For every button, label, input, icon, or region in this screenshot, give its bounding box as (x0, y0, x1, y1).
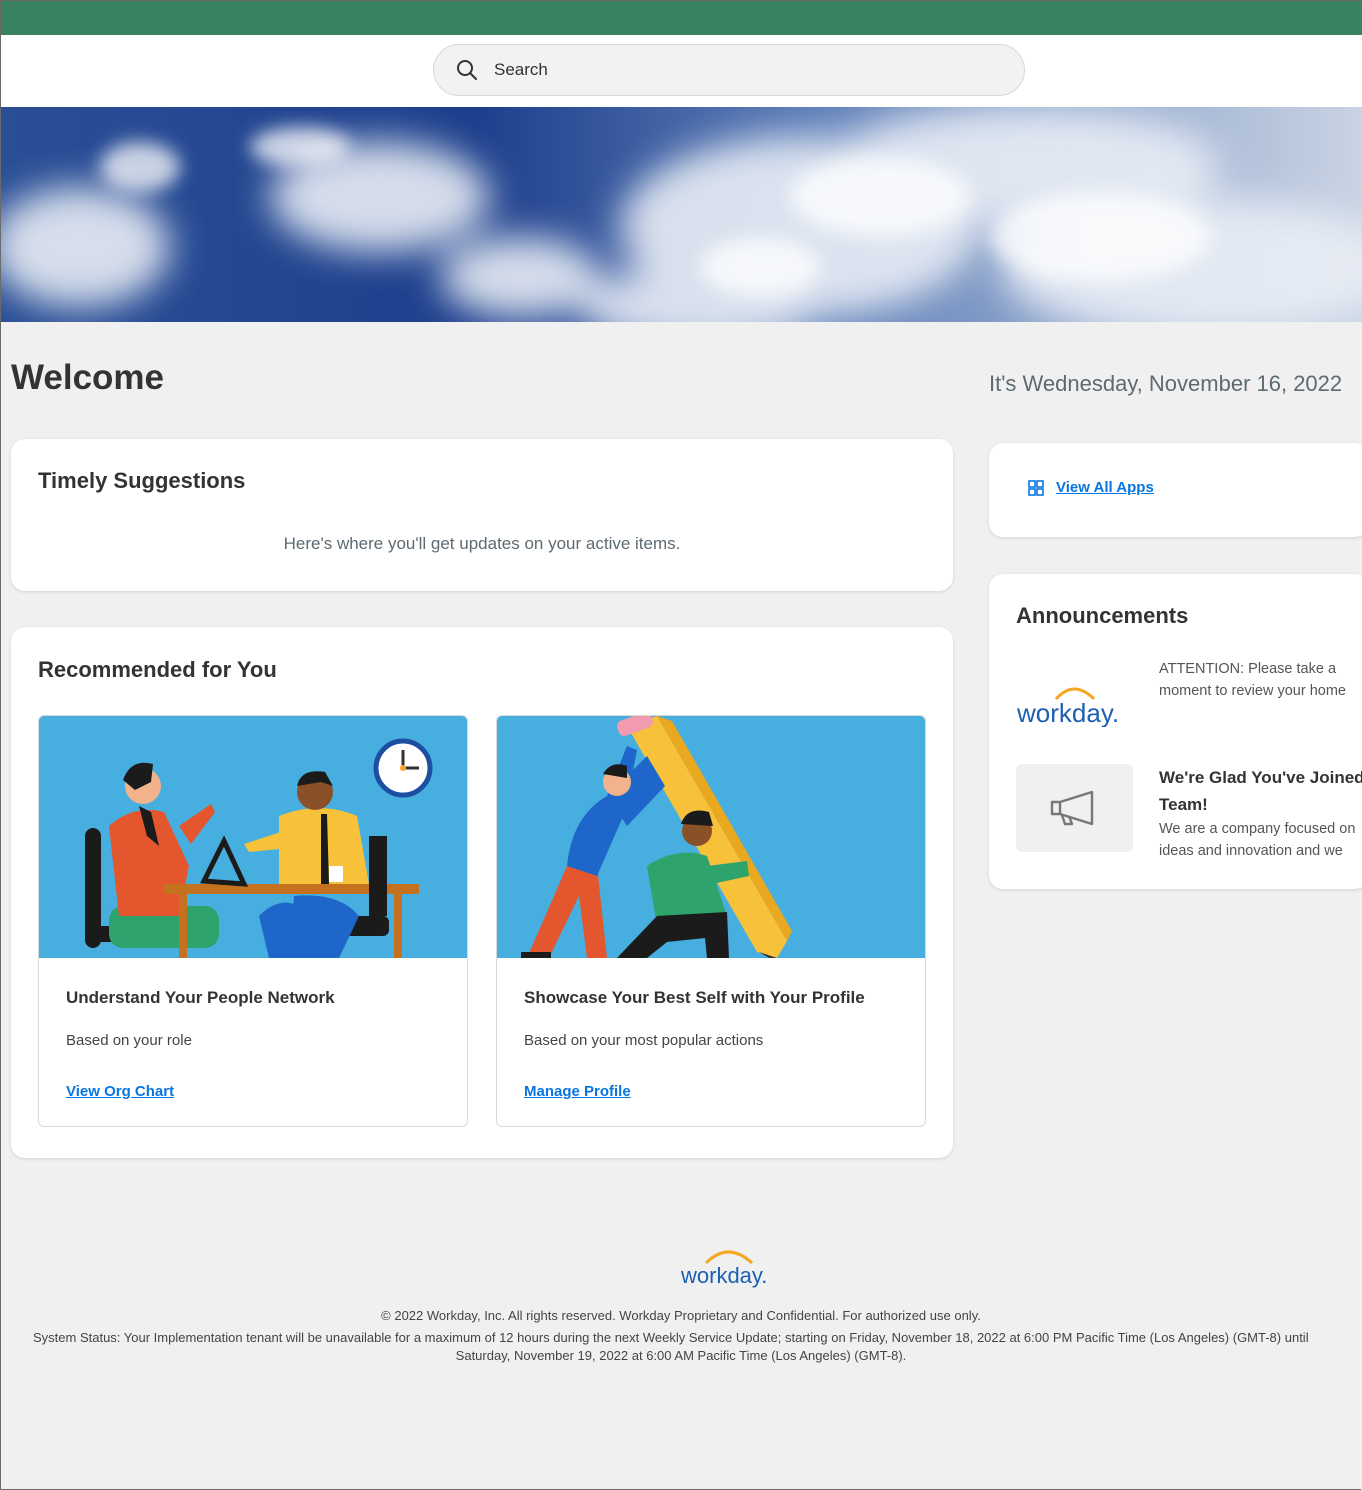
page-title: Welcome (11, 358, 165, 397)
view-all-apps-card: View All Apps (989, 443, 1362, 537)
announcement-line: moment to review your home (1159, 683, 1346, 699)
recommended-card: Recommended for You Understand Your Peop… (11, 627, 953, 1158)
recommendation-tile-people-network[interactable]: Understand Your People Network Based on … (38, 715, 468, 1127)
search-box[interactable] (433, 44, 1025, 96)
search-input[interactable] (494, 45, 994, 95)
meeting-illustration (39, 716, 467, 958)
timely-suggestions-card: Timely Suggestions Here's where you'll g… (11, 439, 953, 591)
top-header-bar (0, 0, 1362, 35)
footer-copyright: © 2022 Workday, Inc. All rights reserved… (381, 1308, 981, 1323)
announcements-card: Announcements workday. ATTENTION: Please… (989, 574, 1362, 889)
footer-system-status: System Status: Your Implementation tenan… (33, 1330, 1309, 1345)
announcement-title[interactable]: We're Glad You've Joined Team! (1159, 764, 1362, 818)
workday-logo-text: workday. (1016, 698, 1119, 727)
announcement-preview[interactable]: ATTENTION: Please take a moment to revie… (1159, 658, 1346, 702)
timely-suggestions-title: Timely Suggestions (38, 468, 246, 493)
current-date: It's Wednesday, November 16, 2022 (989, 371, 1343, 396)
footer-workday-logo: workday. (680, 1250, 767, 1288)
announcements-title: Announcements (1016, 603, 1189, 628)
search-icon (457, 60, 477, 80)
announcement-line: ideas and innovation and we (1159, 843, 1343, 859)
footer-logo-text: workday. (680, 1263, 767, 1288)
pencil-illustration (497, 716, 925, 958)
announcement-title-line: We're Glad You've Joined (1159, 768, 1362, 787)
recommendation-tile-profile[interactable]: Showcase Your Best Self with Your Profil… (496, 715, 926, 1127)
announcement-thumbnail[interactable] (1016, 764, 1133, 852)
recommendation-title: Understand Your People Network (66, 988, 335, 1007)
view-all-apps-link[interactable]: View All Apps (1056, 479, 1154, 496)
manage-profile-link[interactable]: Manage Profile (524, 1083, 631, 1100)
hero-sky-banner (0, 107, 1362, 322)
grid-icon (1028, 480, 1044, 496)
view-org-chart-link[interactable]: View Org Chart (66, 1083, 174, 1100)
timely-suggestions-description: Here's where you'll get updates on your … (283, 534, 681, 553)
announcement-title-line: Team! (1159, 795, 1208, 814)
recommendation-subtitle: Based on your role (66, 1032, 192, 1049)
workday-logo[interactable]: workday. (1016, 677, 1136, 727)
announcement-line: We are a company focused on (1159, 821, 1356, 837)
recommendation-subtitle: Based on your most popular actions (524, 1032, 764, 1049)
recommendation-title: Showcase Your Best Self with Your Profil… (524, 988, 865, 1007)
footer-system-status-continued: Saturday, November 19, 2022 at 6:00 AM P… (455, 1348, 907, 1363)
megaphone-icon (1050, 790, 1094, 826)
announcement-preview: We are a company focused on ideas and in… (1159, 818, 1355, 862)
announcement-line: ATTENTION: Please take a (1159, 661, 1337, 677)
recommended-title: Recommended for You (38, 657, 277, 682)
